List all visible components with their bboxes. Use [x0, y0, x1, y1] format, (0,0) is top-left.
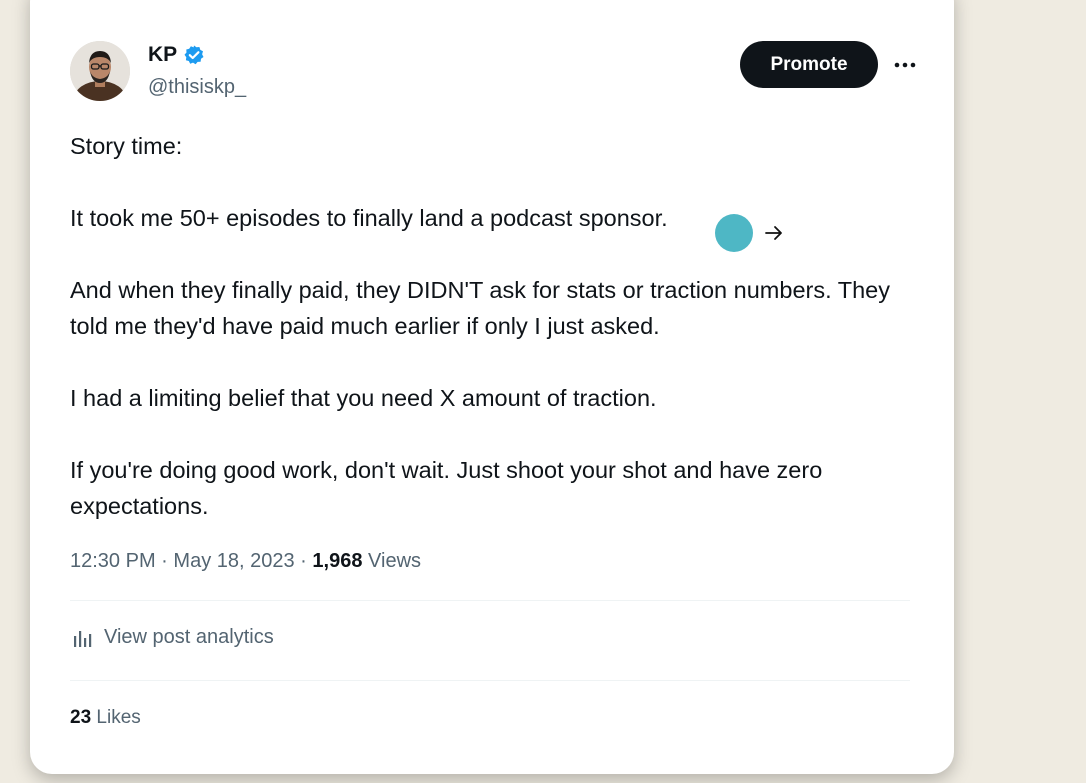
- tweet-time[interactable]: 12:30 PM: [70, 550, 156, 572]
- promote-button[interactable]: Promote: [740, 41, 878, 88]
- likes-stat[interactable]: 23 Likes: [70, 707, 141, 729]
- likes-count: 23: [70, 707, 92, 728]
- likes-label: Likes: [96, 707, 141, 728]
- tweet-paragraph: It took me 50+ episodes to finally land …: [70, 205, 668, 231]
- cursor-highlight-dot: [715, 214, 753, 252]
- tweet-body: Story time: It took me 50+ episodes to f…: [70, 128, 920, 524]
- views-label: Views: [368, 550, 422, 572]
- tweet-paragraph: I had a limiting belief that you need X …: [70, 385, 657, 411]
- tweet-meta: 12:30 PM · May 18, 2023 · 1,968 Views: [70, 547, 421, 575]
- analytics-label: View post analytics: [104, 626, 274, 648]
- verified-badge-icon: [183, 44, 205, 66]
- avatar-image: [70, 41, 130, 101]
- tweet-card: KP @thisiskp_ Promote Story time: It too…: [30, 0, 954, 774]
- tweet-paragraph: Story time:: [70, 133, 183, 159]
- views-count: 1,968: [312, 550, 363, 572]
- bar-chart-icon: [74, 630, 92, 647]
- tweet-paragraph: And when they finally paid, they DIDN'T …: [70, 277, 890, 339]
- view-analytics-link[interactable]: View post analytics: [72, 626, 274, 649]
- author-name[interactable]: KP: [148, 42, 177, 68]
- more-horizontal-icon: [894, 62, 916, 68]
- tweet-date[interactable]: May 18, 2023: [173, 550, 294, 572]
- author-handle[interactable]: @thisiskp_: [148, 74, 246, 100]
- author-row: KP: [148, 42, 205, 68]
- meta-separator: ·: [300, 550, 307, 572]
- avatar[interactable]: [70, 41, 130, 101]
- divider: [70, 680, 910, 681]
- meta-separator: ·: [161, 550, 168, 572]
- divider: [70, 600, 910, 601]
- arrow-right-cursor-icon: [765, 226, 782, 240]
- tweet-paragraph: If you're doing good work, don't wait. J…: [70, 457, 823, 519]
- more-options-button[interactable]: [890, 50, 920, 80]
